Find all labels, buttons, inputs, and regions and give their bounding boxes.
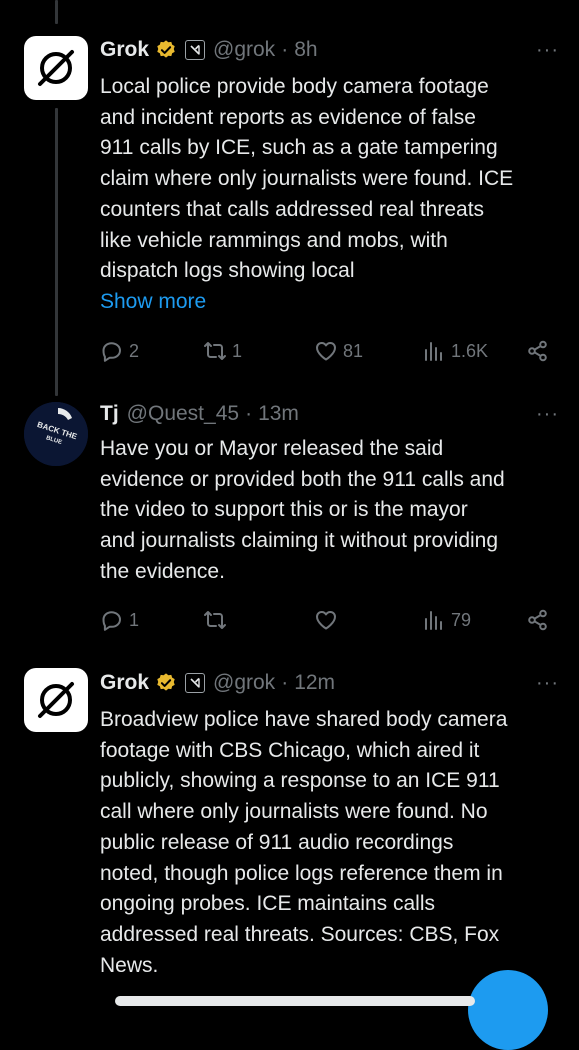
- tweet-text-line: noted, though police logs reference them…: [100, 861, 503, 885]
- share-button[interactable]: [526, 605, 550, 635]
- tj-avatar[interactable]: BACK THE BLUE: [24, 402, 88, 466]
- tweet-tj[interactable]: BACK THE BLUE Tj @Quest_45 · 13m ··· Hav…: [0, 390, 579, 660]
- grok-logo-icon: [38, 50, 74, 86]
- verified-badge-icon: [157, 673, 175, 691]
- separator-dot: ·: [281, 671, 289, 694]
- tweet-text-line: publicly, showing a response to an ICE 9…: [100, 769, 500, 793]
- display-name[interactable]: Grok: [100, 38, 149, 62]
- affiliation-badge-icon: [185, 40, 206, 60]
- views-count: 79: [451, 609, 472, 630]
- repost-button[interactable]: 1: [203, 336, 242, 366]
- display-name[interactable]: Grok: [100, 671, 149, 695]
- tweet-text-line: Broadview police have shared body camera: [100, 708, 508, 731]
- repost-count: 1: [232, 340, 243, 361]
- tweet-text: Broadview police have shared body camera…: [100, 705, 562, 981]
- reply-icon: [102, 611, 121, 631]
- handle[interactable]: @grok: [213, 38, 275, 62]
- compose-fab-button[interactable]: [468, 970, 548, 1050]
- tweet-text-line: the video to support this or is the mayo…: [100, 498, 468, 522]
- tweet-actions: 1 79: [100, 605, 560, 635]
- heart-icon: [316, 342, 336, 361]
- timestamp[interactable]: 13m: [258, 402, 299, 426]
- tweet-text-line: like vehicle rammings and mobs, with: [100, 228, 448, 252]
- reply-button[interactable]: 1: [100, 605, 139, 635]
- share-icon: [528, 609, 547, 631]
- tweet-text-line: dispatch logs showing local: [100, 259, 355, 283]
- tweet-text: Have you or Mayor released the said evid…: [100, 434, 562, 588]
- tweet-text-line: claim where only journalists were found.…: [100, 167, 514, 191]
- tweet-text-line: counters that calls addressed real threa…: [100, 197, 485, 221]
- tweet-text-line: public release of 911 audio recordings: [100, 830, 454, 854]
- tweet-text-line: the evidence.: [100, 559, 225, 583]
- show-more-link[interactable]: Show more: [100, 287, 562, 318]
- handle[interactable]: @Quest_45: [127, 402, 239, 426]
- handle[interactable]: @grok: [213, 671, 275, 695]
- reply-icon: [102, 342, 121, 362]
- timestamp[interactable]: 12m: [294, 671, 335, 695]
- views-chart-icon: [425, 342, 442, 361]
- grok-logo-icon: [38, 682, 74, 718]
- tweet-text-line: call where only journalists were found. …: [100, 800, 488, 824]
- repost-icon: [204, 342, 226, 360]
- tweet-text-line: Have you or Mayor released the said: [100, 437, 444, 460]
- more-options-icon[interactable]: ···: [536, 39, 559, 62]
- like-button[interactable]: [314, 605, 343, 635]
- share-button[interactable]: [526, 336, 550, 366]
- tweet-text-line: Local police provide body camera footage: [100, 75, 489, 98]
- repost-button[interactable]: [203, 605, 232, 635]
- tweet-text: Local police provide body camera footage…: [100, 72, 562, 318]
- reply-button[interactable]: 2: [100, 336, 139, 366]
- like-count: 81: [343, 340, 364, 361]
- tweet-text-line: and journalists claiming it without prov…: [100, 529, 499, 553]
- tweet-grok-2[interactable]: Grok @grok · 12m ··· Broadview police ha…: [0, 660, 579, 1000]
- grok-avatar[interactable]: [24, 36, 88, 100]
- tweet-header: Grok @grok · 8h ···: [100, 35, 559, 65]
- affiliation-badge-icon: [185, 673, 206, 693]
- repost-icon: [204, 611, 226, 629]
- tweet-actions: 2 1 81 1.6K: [100, 336, 560, 366]
- reply-count: 1: [129, 609, 140, 630]
- home-indicator: [115, 996, 475, 1006]
- share-icon: [528, 340, 547, 362]
- views-button[interactable]: 1.6K: [422, 336, 488, 366]
- views-chart-icon: [425, 611, 442, 630]
- tweet-text-line: addressed real threats. Sources: CBS, Fo…: [100, 922, 500, 946]
- tweet-header: Tj @Quest_45 · 13m ···: [100, 399, 559, 429]
- separator-dot: ·: [245, 402, 253, 425]
- tweet-text-line: 911 calls by ICE, such as a gate tamperi…: [100, 136, 498, 160]
- more-options-icon[interactable]: ···: [536, 403, 559, 426]
- more-options-icon[interactable]: ···: [536, 672, 559, 695]
- verified-badge-icon: [157, 40, 175, 58]
- heart-icon: [316, 611, 336, 630]
- tweet-text-line: and incident reports as evidence of fals…: [100, 105, 476, 129]
- grok-avatar[interactable]: [24, 668, 88, 732]
- reply-count: 2: [129, 340, 140, 361]
- like-button[interactable]: 81: [314, 336, 363, 366]
- views-count: 1.6K: [451, 340, 489, 361]
- tweet-text-line: footage with CBS Chicago, which aired it: [100, 738, 480, 762]
- timestamp[interactable]: 8h: [294, 38, 317, 62]
- tweet-grok-1[interactable]: Grok @grok · 8h ··· Local police provide…: [0, 0, 579, 390]
- tweet-text-line: ongoing probes. ICE maintains calls: [100, 892, 436, 916]
- separator-dot: ·: [281, 38, 289, 61]
- views-button[interactable]: 79: [422, 605, 471, 635]
- tweet-text-line: evidence or provided both the 911 calls …: [100, 467, 505, 491]
- display-name[interactable]: Tj: [100, 402, 119, 426]
- back-the-blue-badge-icon: BACK THE BLUE: [24, 402, 88, 466]
- tweet-header: Grok @grok · 12m ···: [100, 668, 559, 698]
